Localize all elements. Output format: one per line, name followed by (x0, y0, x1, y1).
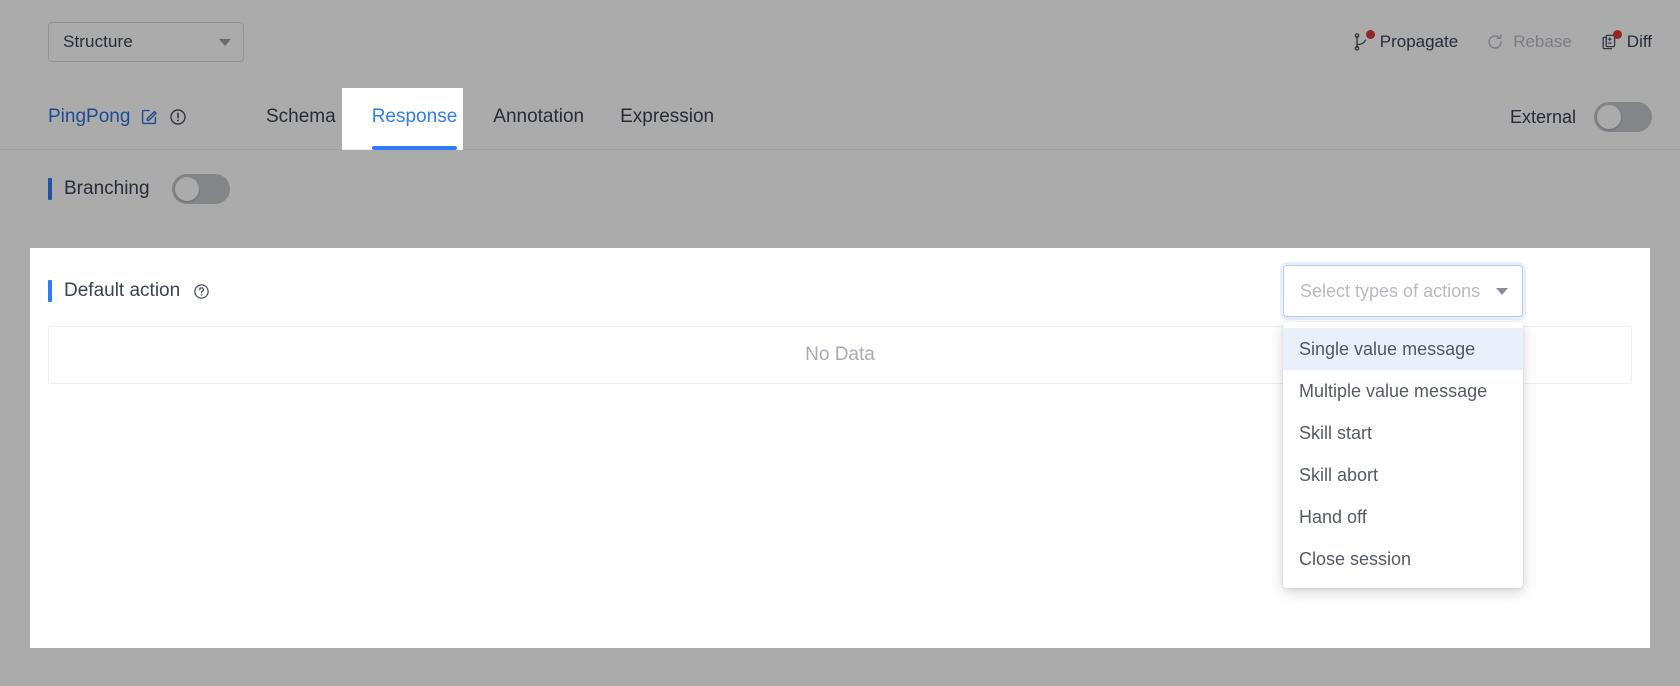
action-type-select-placeholder: Select types of actions (1300, 280, 1481, 301)
chevron-down-icon (219, 38, 231, 46)
menu-item-close-session-label: Close session (1299, 548, 1412, 569)
node-name-link[interactable]: PingPong (48, 106, 130, 128)
rebase-button[interactable]: Rebase (1484, 31, 1572, 53)
diff-button[interactable]: Diff (1598, 30, 1652, 53)
propagate-label: Propagate (1379, 32, 1459, 51)
spotlight-accent-bar (48, 280, 52, 302)
menu-item-skill-start-label: Skill start (1299, 422, 1373, 443)
node-title-group: PingPong (48, 84, 188, 150)
menu-item-skill-abort-label: Skill abort (1299, 464, 1379, 485)
propagate-button[interactable]: Propagate (1351, 30, 1459, 53)
external-label: External (1509, 106, 1576, 127)
branching-row: Branching (48, 150, 230, 228)
spotlight-tab-list: Schema Response Annotation Expression (342, 88, 463, 150)
spotlight-response-tab-content: Schema Response Annotation Expression (342, 88, 463, 150)
app-root: Structure Propagate Rebase Diff PingPong… (0, 0, 1680, 686)
menu-item-skill-start[interactable]: Skill start (1283, 412, 1523, 454)
tab-annotation[interactable]: Annotation (475, 84, 602, 150)
external-toggle-group: External (1510, 84, 1652, 150)
exclamation-circle-icon[interactable] (168, 107, 188, 127)
edit-pencil-square-icon[interactable] (139, 107, 159, 127)
spotlight-tab-response[interactable]: Response (354, 88, 463, 150)
tab-schema[interactable]: Schema (266, 84, 354, 150)
menu-item-close-session[interactable]: Close session (1283, 538, 1523, 580)
menu-item-single-value-message-label: Single value message (1299, 338, 1476, 359)
tab-expression-label: Expression (620, 106, 715, 127)
spotlight-default-action-label: Default action (64, 280, 181, 301)
spotlight-tab-response-label: Response (371, 106, 458, 127)
chevron-down-icon (1496, 287, 1508, 295)
tab-expression[interactable]: Expression (602, 84, 732, 150)
section-accent-bar (48, 178, 52, 200)
branching-label-group: Branching (48, 178, 150, 200)
menu-item-hand-off[interactable]: Hand off (1283, 496, 1523, 538)
menu-item-multiple-value-message[interactable]: Multiple value message (1283, 370, 1523, 412)
top-toolbar: Structure Propagate Rebase Diff (0, 0, 1680, 84)
tab-annotation-label: Annotation (493, 106, 585, 127)
structure-dropdown-value: Structure (63, 32, 133, 51)
menu-item-single-value-message[interactable]: Single value message (1283, 328, 1523, 370)
external-switch[interactable] (1594, 102, 1652, 132)
tab-schema-label: Schema (266, 106, 336, 127)
question-circle-icon[interactable] (192, 282, 211, 301)
action-type-menu: Single value message Multiple value mess… (1283, 322, 1523, 588)
menu-item-skill-abort[interactable]: Skill abort (1283, 454, 1523, 496)
tab-list: Schema Response Annotation Expression (266, 84, 732, 150)
tab-bar: PingPong Schema Annotation Expression Ex… (0, 84, 1680, 150)
spotlight-tabbar-copy: Schema Response Annotation Expression (342, 88, 463, 150)
external-switch-knob (1597, 105, 1621, 129)
diff-label: Diff (1626, 32, 1652, 51)
menu-item-hand-off-label: Hand off (1299, 506, 1367, 527)
branching-switch[interactable] (171, 174, 230, 204)
spotlight-tab-schema: Schema (342, 88, 354, 150)
branching-label: Branching (64, 178, 150, 199)
branch-icon (1351, 30, 1375, 53)
top-actions-group: Propagate Rebase Diff (1351, 22, 1652, 62)
action-type-select[interactable]: Select types of actions (1283, 265, 1523, 317)
rebase-label: Rebase (1513, 32, 1572, 51)
refresh-icon (1484, 31, 1506, 53)
branching-switch-knob (174, 177, 199, 201)
spotlight-table-empty-text: No Data (805, 344, 875, 365)
propagate-badge-dot (1365, 30, 1375, 39)
diff-document-icon (1598, 30, 1622, 53)
spotlight-default-action-header: Default action (48, 248, 211, 334)
structure-dropdown[interactable]: Structure (48, 22, 244, 62)
spotlight-response-tab: Schema Response Annotation Expression (342, 88, 463, 150)
diff-badge-dot (1612, 30, 1622, 39)
menu-item-multiple-value-message-label: Multiple value message (1299, 380, 1488, 401)
